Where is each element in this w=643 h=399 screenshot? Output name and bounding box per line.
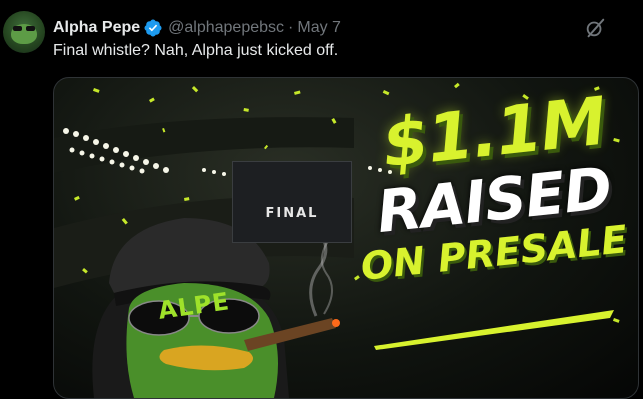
- author-handle[interactable]: @alphapepebsc: [168, 19, 284, 37]
- headline: $1.1M RAISED ON PRESALE: [354, 83, 634, 289]
- scoreboard: FINAL: [232, 161, 352, 243]
- tweet-image[interactable]: FINAL ALPE $1.1M RAISED ON PRESALE: [53, 77, 639, 399]
- tweet-text: Final whistle? Nah, Alpha just kicked of…: [53, 42, 339, 59]
- author-name[interactable]: Alpha Pepe: [53, 19, 140, 37]
- separator-dot: ·: [288, 19, 294, 36]
- avatar[interactable]: [3, 11, 45, 53]
- tweet-date[interactable]: May 7: [297, 19, 341, 37]
- avatar-eye-left: [13, 26, 22, 31]
- avatar-eye-right: [26, 26, 35, 31]
- scoreboard-text: FINAL: [265, 205, 319, 221]
- grok-icon[interactable]: [584, 17, 606, 39]
- tweet-header: Alpha Pepe @alphapepebsc · May 7: [53, 18, 341, 38]
- verified-badge-icon[interactable]: [144, 19, 162, 37]
